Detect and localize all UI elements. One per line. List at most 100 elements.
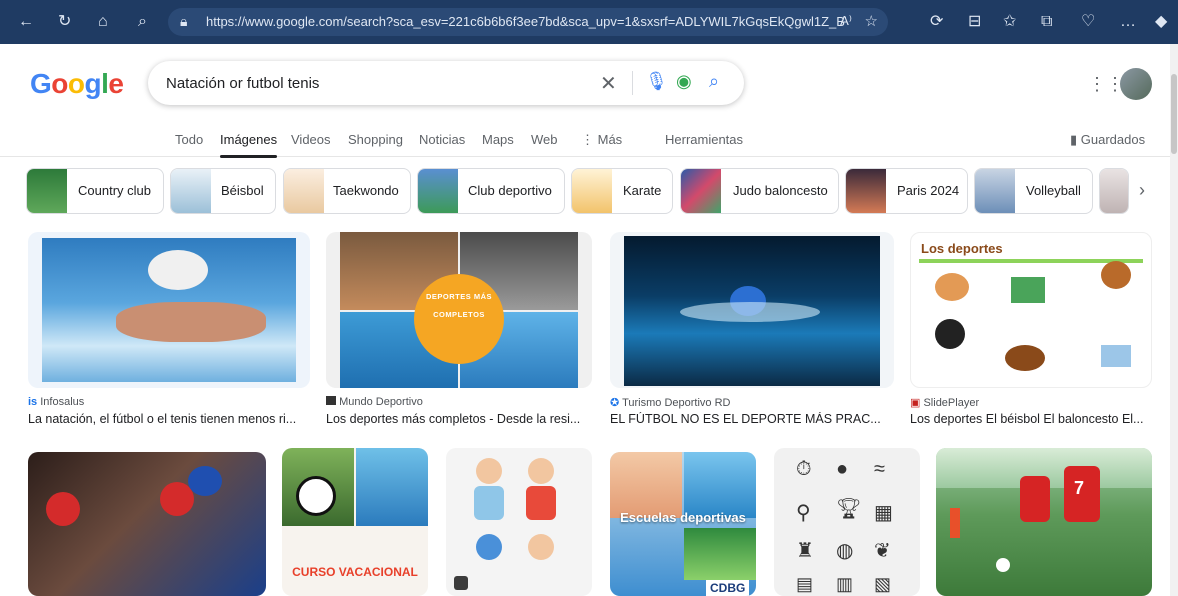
result-image[interactable]: DEPORTES MÁS COMPLETOS (326, 232, 592, 388)
chip-label: Béisbol (221, 183, 264, 198)
chip-thumbnail (975, 169, 1015, 213)
search-submit-icon[interactable]: ⌕ (709, 71, 719, 92)
tab-videos[interactable]: Videos (291, 132, 331, 147)
search-box[interactable]: Natación or futbol tenis ✕ 🎙︎ ◉ ⌕ (148, 61, 744, 105)
refresh-icon[interactable]: ↻ (58, 12, 71, 32)
address-bar-url: https://www.google.com/search?sca_esv=22… (206, 14, 846, 29)
chip-label: Taekwondo (333, 183, 399, 198)
slideplayer-icon: ▣ (910, 397, 921, 409)
podium-icon: ▥ (836, 574, 854, 594)
scoreboard-icon: ▧ (874, 574, 892, 594)
lens-icon[interactable]: ◉ (676, 71, 692, 92)
result-caption[interactable]: Los deportes El béisbol El baloncesto El… (910, 412, 1152, 426)
lock-icon: 🔒︎ (180, 13, 188, 29)
chip-thumbnail (27, 169, 67, 213)
split-screen-icon[interactable]: ⊟ (968, 12, 981, 32)
tab-imagenes[interactable]: Imágenes (220, 132, 278, 158)
voice-search-icon[interactable]: 🎙︎ (645, 71, 668, 92)
chip-thumbnail (171, 169, 211, 213)
search-icon[interactable]: ⌕ (138, 12, 147, 32)
result-image[interactable]: Los deportes (910, 232, 1152, 388)
chip-taekwondo[interactable]: Taekwondo (283, 168, 411, 214)
chip-thumbnail (846, 169, 886, 213)
swimmer-icon: ≈ (874, 458, 885, 480)
extensions-icon[interactable]: ⟳ (930, 12, 943, 32)
search-tabs: Todo Imágenes Videos Shopping Noticias M… (0, 122, 1170, 158)
chip-judo-baloncesto[interactable]: Judo baloncesto (680, 168, 839, 214)
deportes-overlay-text: DEPORTES MÁS COMPLETOS (425, 292, 492, 319)
basketball-player-icon: ● (836, 458, 849, 480)
home-icon[interactable]: ⌂ (98, 12, 108, 32)
result-caption[interactable]: EL FÚTBOL NO ES EL DEPORTE MÁS PRAC... (610, 412, 894, 426)
google-logo[interactable]: Google (30, 68, 124, 100)
tab-mas[interactable]: ⋮ Más (581, 132, 622, 148)
chip-beisbol[interactable]: Béisbol (170, 168, 276, 214)
browser-toolbar: ← ↻ ⌂ ⌕ 🔒︎ https://www.google.com/search… (0, 0, 1178, 44)
tab-web[interactable]: Web (531, 132, 558, 147)
result-image[interactable] (28, 232, 310, 388)
cdbg-logo-text: CDBG (706, 580, 750, 596)
tab-todo[interactable]: Todo (175, 132, 203, 147)
result-source: Mundo Deportivo (326, 396, 423, 408)
tab-noticias[interactable]: Noticias (419, 132, 465, 147)
video-badge-icon (454, 576, 468, 590)
chip-club-deportivo[interactable]: Club deportivo (417, 168, 565, 214)
curso-overlay-text: CURSO VACACIONAL (292, 565, 418, 579)
trophy-icon: 🏆︎ (836, 498, 862, 520)
jersey-number: 7 (1074, 478, 1085, 498)
cup-icon: ♜ (796, 540, 814, 562)
image-result-icons[interactable]: ⏱ ● ≈ ⚲ 🏆︎ ▦ ♜ ◍ ❦ ▤ ▥ ▧ (774, 448, 920, 596)
chip-paris-2024[interactable]: Paris 2024 (845, 168, 968, 214)
result-caption[interactable]: Los deportes más completos - Desde la re… (326, 412, 592, 426)
chip-volleyball[interactable]: Volleyball (974, 168, 1093, 214)
clear-search-icon[interactable]: ✕ (600, 71, 617, 96)
chip-thumbnail (572, 169, 612, 213)
chip-partial[interactable] (1099, 168, 1129, 214)
image-result-escuelas[interactable]: Escuelas deportivas CDBG (610, 452, 756, 596)
back-icon[interactable]: ← (18, 12, 34, 32)
address-bar[interactable]: 🔒︎ https://www.google.com/search?sca_esv… (168, 8, 888, 36)
chip-label: Judo baloncesto (733, 183, 828, 198)
avatar[interactable] (1120, 68, 1152, 100)
result-source-label: Turismo Deportivo RD (622, 397, 731, 409)
chip-thumbnail (284, 169, 324, 213)
chip-thumbnail (418, 169, 458, 213)
page-scrollbar[interactable] (1170, 44, 1178, 596)
image-result[interactable]: DEPORTES MÁS COMPLETOS Mundo Deportivo L… (326, 232, 592, 428)
image-result[interactable]: ✪ Turismo Deportivo RD EL FÚTBOL NO ES E… (610, 232, 894, 428)
result-source: ▣ SlidePlayer (910, 396, 979, 409)
image-result-football[interactable]: 7 (936, 448, 1152, 596)
scrollbar-thumb[interactable] (1171, 74, 1177, 154)
result-caption[interactable]: La natación, el fútbol o el tenis tienen… (28, 412, 310, 426)
tab-shopping[interactable]: Shopping (348, 132, 403, 147)
favorite-star-icon[interactable]: ☆ (865, 12, 878, 30)
image-result-curso[interactable]: CURSO VACACIONAL (282, 448, 428, 596)
laurel-icon: ❦ (874, 540, 891, 562)
image-result-kids[interactable] (446, 448, 592, 596)
favorites-icon[interactable]: ✩ (1003, 12, 1016, 32)
tab-maps[interactable]: Maps (482, 132, 514, 147)
chip-karate[interactable]: Karate (571, 168, 673, 214)
ball-icon: ◍ (836, 540, 854, 562)
chip-label: Volleyball (1026, 183, 1081, 198)
result-image[interactable] (610, 232, 894, 388)
saved-button[interactable]: ▮ Guardados (1070, 132, 1145, 148)
result-source-label: Infosalus (40, 396, 85, 408)
image-result[interactable]: Los deportes ▣ SlidePlayer Los deportes … (910, 232, 1152, 428)
browser-essentials-icon[interactable]: ♡ (1081, 12, 1095, 32)
copilot-icon[interactable]: ◆ (1155, 12, 1167, 32)
escuelas-overlay-text: Escuelas deportivas (620, 510, 746, 525)
tools-button[interactable]: Herramientas (665, 132, 743, 147)
chip-label: Country club (78, 183, 151, 198)
chip-country-club[interactable]: Country club (26, 168, 164, 214)
read-aloud-icon[interactable]: A⁾ (840, 13, 852, 29)
stopwatch-icon: ⏱ (796, 458, 812, 480)
more-menu-icon[interactable]: … (1120, 12, 1136, 32)
chevron-right-icon[interactable]: › (1128, 176, 1156, 204)
collections-icon[interactable]: ⧉ (1041, 12, 1052, 32)
certificate-icon: ▤ (796, 574, 814, 594)
image-result[interactable]: is Infosalus La natación, el fútbol o el… (28, 232, 310, 428)
search-input[interactable]: Natación or futbol tenis (166, 75, 319, 92)
chip-thumbnail (681, 169, 721, 213)
image-result-boxing[interactable] (28, 452, 266, 596)
